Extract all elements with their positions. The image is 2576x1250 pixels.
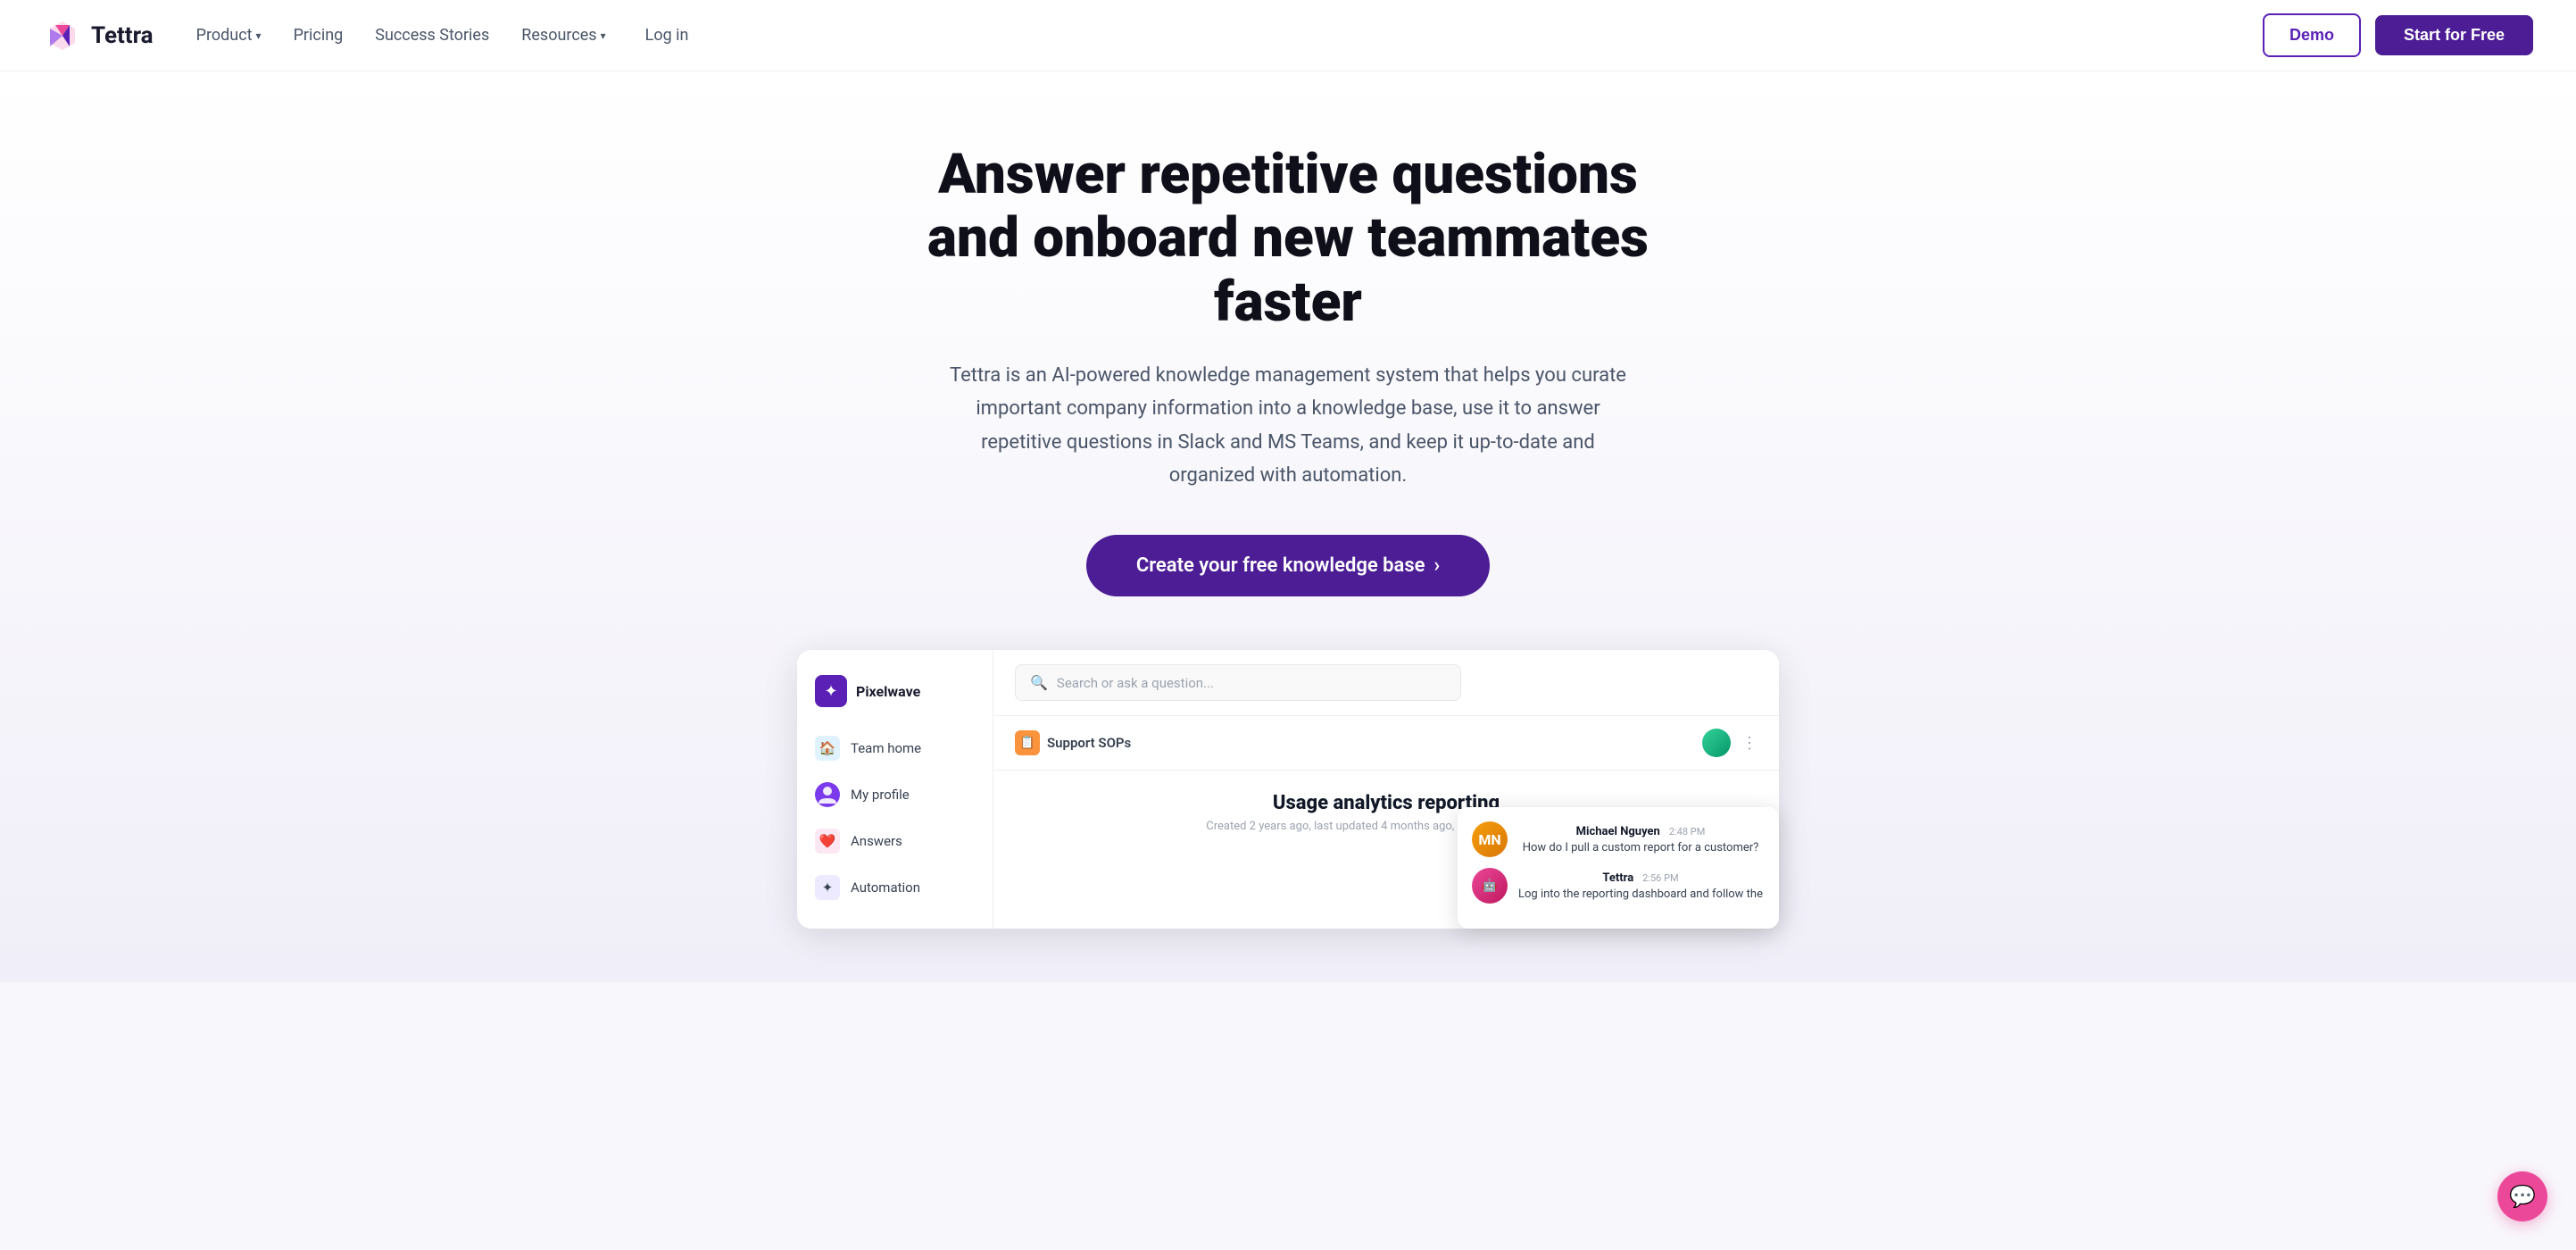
tettra-avatar: 🤖 [1472, 868, 1508, 904]
resources-chevron-icon: ▾ [601, 29, 606, 42]
hero-subtitle: Tettra is an AI-powered knowledge manage… [949, 359, 1627, 493]
search-icon: 🔍 [1030, 674, 1048, 691]
sidebar-item-team-home[interactable]: 🏠 Team home [797, 725, 993, 771]
chat-text-1: How do I pull a custom report for a cust… [1517, 840, 1765, 856]
nav-resources[interactable]: Resources ▾ [521, 26, 605, 45]
sidebar-brand: ✦ Pixelwave [797, 668, 993, 725]
chat-name-2: Tettra [1602, 871, 1633, 885]
nav-product[interactable]: Product ▾ [196, 26, 262, 45]
brand-name: Pixelwave [856, 683, 920, 700]
chat-message-1: MN Michael Nguyen 2:48 PM How do I pull … [1472, 821, 1765, 857]
sidebar-item-automation[interactable]: ✦ Automation [797, 864, 993, 911]
sidebar-item-my-profile[interactable]: My profile [797, 771, 993, 818]
chat-content-1: Michael Nguyen 2:48 PM How do I pull a c… [1517, 821, 1765, 856]
brand-icon: ✦ [815, 675, 847, 707]
app-preview-container: ✦ Pixelwave 🏠 Team home My profile ❤️ [797, 650, 1779, 929]
chat-name-1: Michael Nguyen [1576, 825, 1660, 838]
product-chevron-icon: ▾ [256, 29, 262, 42]
sidebar-item-answers[interactable]: ❤️ Answers [797, 818, 993, 864]
sidebar: ✦ Pixelwave 🏠 Team home My profile ❤️ [797, 650, 993, 929]
avatar [1702, 729, 1731, 757]
chat-time-1: 2:48 PM [1669, 826, 1705, 838]
chat-message-2: 🤖 Tettra 2:56 PM Log into the reporting … [1472, 868, 1765, 904]
profile-icon [815, 782, 840, 807]
chat-text-2: Log into the reporting dashboard and fol… [1517, 887, 1765, 903]
content-tag: 📋 Support SOPs [1015, 730, 1702, 755]
chat-overlay: MN Michael Nguyen 2:48 PM How do I pull … [1458, 807, 1779, 929]
hero-section: Answer repetitive questions and onboard … [0, 71, 2576, 982]
start-button[interactable]: Start for Free [2375, 15, 2533, 55]
content-header: 📋 Support SOPs ⋮ [993, 716, 1779, 771]
answers-icon: ❤️ [815, 829, 840, 854]
logo-text: Tettra [91, 22, 154, 49]
automation-icon: ✦ [815, 875, 840, 900]
chat-time-2: 2:56 PM [1642, 872, 1678, 884]
support-sops-icon: 📋 [1015, 730, 1040, 755]
chat-content-2: Tettra 2:56 PM Log into the reporting da… [1517, 868, 1765, 903]
more-options-button[interactable]: ⋮ [1741, 734, 1757, 753]
nav-actions: Demo Start for Free [2263, 13, 2533, 57]
nav-success-stories[interactable]: Success Stories [375, 26, 489, 45]
hero-title: Answer repetitive questions and onboard … [886, 143, 1690, 334]
chat-bubble-button[interactable]: 💬 [2497, 1171, 2547, 1221]
cta-button[interactable]: Create your free knowledge base › [1086, 535, 1490, 596]
logo-icon [43, 16, 82, 55]
nav-login[interactable]: Log in [638, 26, 696, 45]
search-bar-area: 🔍 Search or ask a question... [993, 650, 1779, 716]
chat-bubble-icon: 💬 [2509, 1184, 2536, 1209]
nav-pricing[interactable]: Pricing [294, 26, 344, 45]
michael-avatar: MN [1472, 821, 1508, 857]
search-input-wrap[interactable]: 🔍 Search or ask a question... [1015, 664, 1461, 701]
demo-button[interactable]: Demo [2263, 13, 2361, 57]
logo[interactable]: Tettra [43, 16, 154, 55]
nav-links: Product ▾ Pricing Success Stories Resour… [196, 26, 2263, 45]
search-input[interactable]: Search or ask a question... [1057, 675, 1214, 691]
content-header-actions: ⋮ [1702, 729, 1757, 757]
navbar: Tettra Product ▾ Pricing Success Stories… [0, 0, 2576, 71]
home-icon: 🏠 [815, 736, 840, 761]
